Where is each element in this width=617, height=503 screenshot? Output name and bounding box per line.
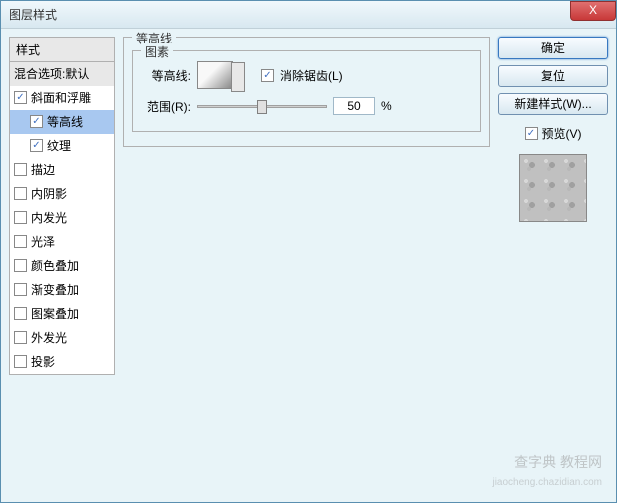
content-area: 样式 混合选项:默认 斜面和浮雕等高线纹理描边内阴影内发光光泽颜色叠加渐变叠加图…	[1, 29, 616, 502]
antialias-checkbox[interactable]	[261, 69, 274, 82]
style-checkbox[interactable]	[14, 235, 27, 248]
watermark-text: 查字典 教程网	[514, 452, 602, 472]
style-checkbox[interactable]	[14, 307, 27, 320]
style-label: 描边	[31, 161, 55, 178]
style-checkbox[interactable]	[14, 163, 27, 176]
cancel-button[interactable]: 复位	[498, 65, 608, 87]
style-item[interactable]: 纹理	[10, 134, 114, 158]
range-row: 范围(R): %	[141, 97, 472, 115]
styles-list: 混合选项:默认 斜面和浮雕等高线纹理描边内阴影内发光光泽颜色叠加渐变叠加图案叠加…	[9, 62, 115, 375]
range-slider[interactable]	[197, 105, 327, 108]
style-checkbox[interactable]	[14, 211, 27, 224]
style-item[interactable]: 图案叠加	[10, 302, 114, 326]
style-item[interactable]: 斜面和浮雕	[10, 86, 114, 110]
style-label: 外发光	[31, 329, 67, 346]
style-checkbox[interactable]	[30, 115, 43, 128]
style-item[interactable]: 颜色叠加	[10, 254, 114, 278]
style-checkbox[interactable]	[30, 139, 43, 152]
style-checkbox[interactable]	[14, 331, 27, 344]
titlebar[interactable]: 图层样式 X	[1, 1, 616, 29]
styles-header[interactable]: 样式	[9, 37, 115, 62]
style-checkbox[interactable]	[14, 259, 27, 272]
style-label: 颜色叠加	[31, 257, 79, 274]
slider-thumb-icon[interactable]	[257, 100, 267, 114]
preview-label: 预览(V)	[542, 125, 582, 142]
chevron-down-icon	[237, 72, 243, 76]
right-panel: 确定 复位 新建样式(W)... 预览(V)	[498, 37, 608, 494]
styles-panel: 样式 混合选项:默认 斜面和浮雕等高线纹理描边内阴影内发光光泽颜色叠加渐变叠加图…	[9, 37, 115, 494]
style-label: 斜面和浮雕	[31, 89, 91, 106]
preview-row: 预览(V)	[498, 125, 608, 142]
new-style-button[interactable]: 新建样式(W)...	[498, 93, 608, 115]
layer-style-dialog: 图层样式 X 样式 混合选项:默认 斜面和浮雕等高线纹理描边内阴影内发光光泽颜色…	[0, 0, 617, 503]
style-item[interactable]: 内发光	[10, 206, 114, 230]
style-label: 图案叠加	[31, 305, 79, 322]
watermark-url: jiaocheng.chazidian.com	[492, 477, 602, 488]
range-input[interactable]	[333, 97, 375, 115]
preview-thumbnail	[519, 154, 587, 222]
blend-options-label: 混合选项:默认	[14, 65, 89, 82]
contour-label: 等高线:	[141, 67, 191, 84]
style-label: 纹理	[47, 137, 71, 154]
style-item[interactable]: 光泽	[10, 230, 114, 254]
style-item[interactable]: 外发光	[10, 326, 114, 350]
style-label: 渐变叠加	[31, 281, 79, 298]
close-icon: X	[589, 3, 597, 17]
style-item[interactable]: 渐变叠加	[10, 278, 114, 302]
style-checkbox[interactable]	[14, 187, 27, 200]
style-item[interactable]: 描边	[10, 158, 114, 182]
range-label: 范围(R):	[141, 98, 191, 115]
style-label: 内发光	[31, 209, 67, 226]
style-item[interactable]: 等高线	[10, 110, 114, 134]
ok-button[interactable]: 确定	[498, 37, 608, 59]
style-item[interactable]: 投影	[10, 350, 114, 374]
main-panel: 等高线 图素 等高线: 消除锯齿(L) 范围(R):	[123, 37, 490, 494]
range-unit: %	[381, 99, 392, 113]
contour-picker[interactable]	[197, 61, 233, 89]
style-label: 内阴影	[31, 185, 67, 202]
elements-group: 图素 等高线: 消除锯齿(L) 范围(R):	[132, 50, 481, 132]
style-checkbox[interactable]	[14, 355, 27, 368]
elements-title: 图素	[141, 43, 173, 60]
close-button[interactable]: X	[570, 1, 616, 21]
preview-checkbox[interactable]	[525, 127, 538, 140]
style-item[interactable]: 内阴影	[10, 182, 114, 206]
contour-section: 等高线 图素 等高线: 消除锯齿(L) 范围(R):	[123, 37, 490, 147]
window-title: 图层样式	[9, 6, 57, 23]
style-checkbox[interactable]	[14, 283, 27, 296]
style-checkbox[interactable]	[14, 91, 27, 104]
blend-options-item[interactable]: 混合选项:默认	[10, 62, 114, 86]
style-label: 投影	[31, 353, 55, 370]
style-label: 光泽	[31, 233, 55, 250]
antialias-label: 消除锯齿(L)	[280, 67, 343, 84]
contour-row: 等高线: 消除锯齿(L)	[141, 61, 472, 89]
style-label: 等高线	[47, 113, 83, 130]
